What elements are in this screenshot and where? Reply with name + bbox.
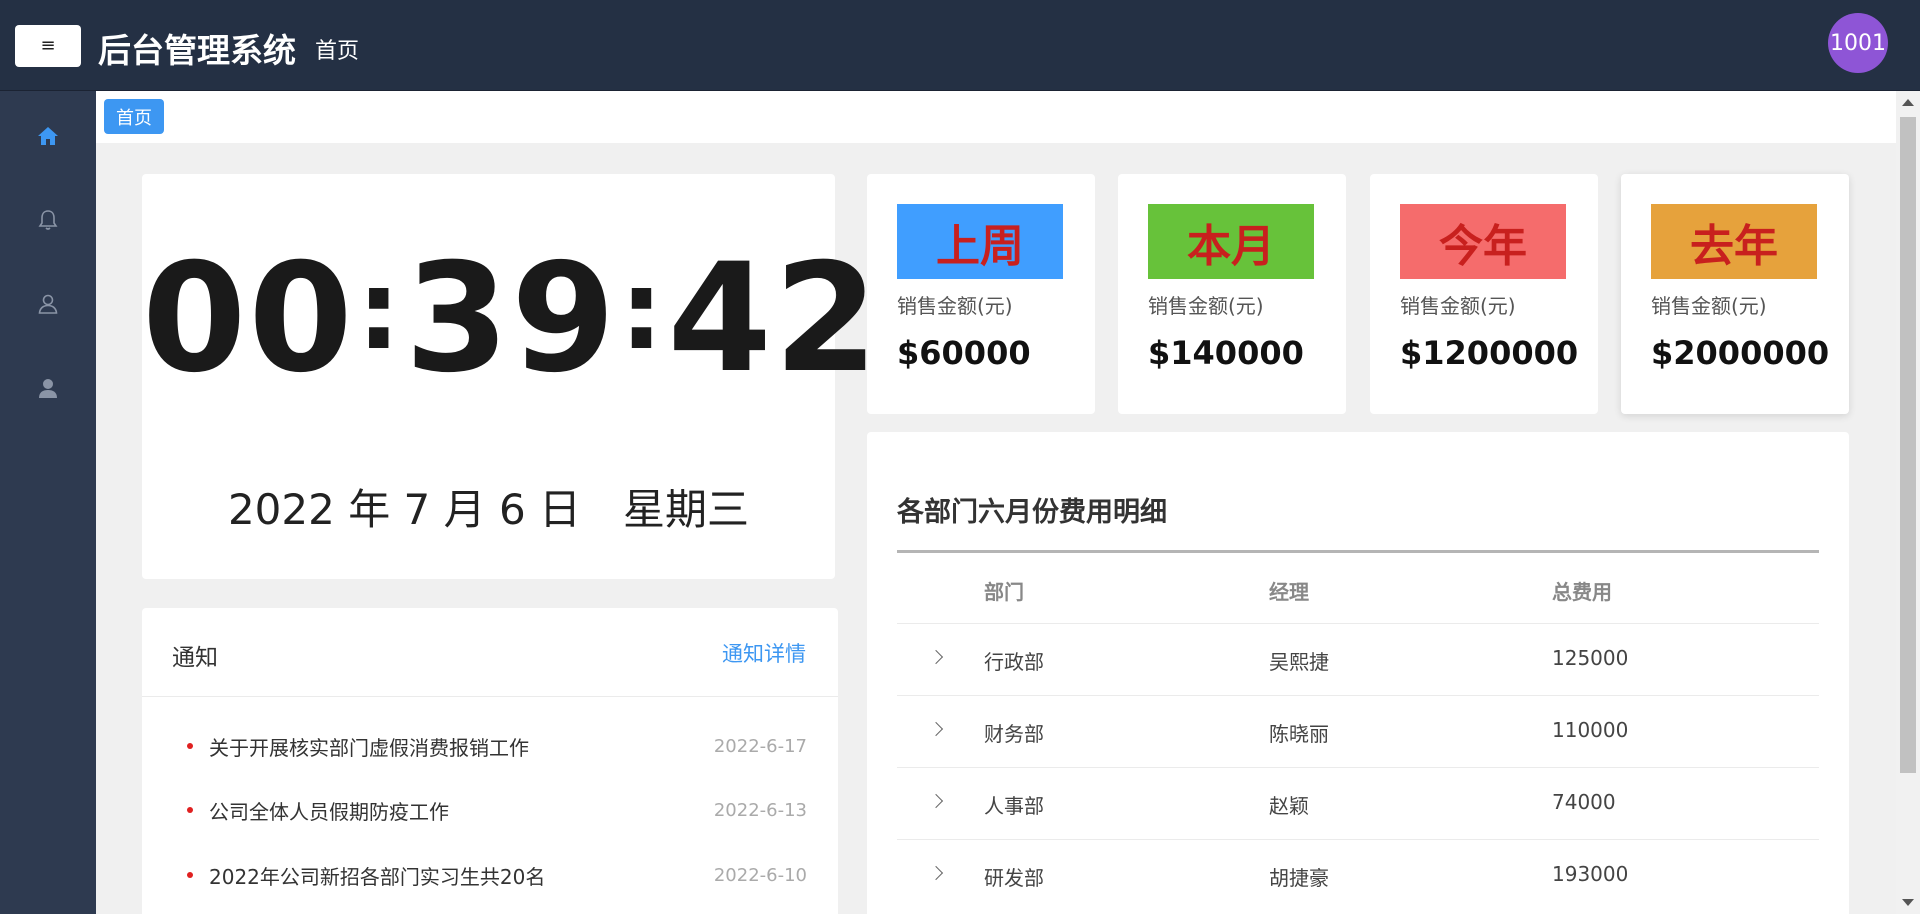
cell-total: 193000 [1552,862,1629,886]
table-title: 各部门六月份费用明细 [897,497,1167,528]
stat-badge: 上周 [897,204,1063,279]
cell-dept: 人事部 [984,794,1044,818]
sidebar-item-user[interactable] [33,289,63,319]
notice-date: 2022-6-13 [713,799,807,821]
sidebar-item-profile[interactable] [33,373,63,403]
stat-label: 销售金额(元) [1148,294,1264,318]
sidebar [0,91,96,914]
expand-chevron-icon[interactable] [928,865,944,881]
table-row: 人事部 赵颖 74000 [897,767,1819,839]
top-header: ≡ 后台管理系统 首页 1001 [0,0,1920,91]
cell-manager: 赵颖 [1269,794,1309,818]
expense-table-card: 各部门六月份费用明细 部门 经理 总费用 行政部 吴熙捷 125000 财务部 … [867,432,1849,914]
app-title: 后台管理系统 [98,31,296,70]
notice-title: 通知 [172,645,218,671]
bell-icon [38,210,58,230]
expand-chevron-icon[interactable] [928,721,944,737]
notice-text: 2022年公司新招各部门实习生共20名 [209,864,546,889]
stat-card-last-week: 上周 销售金额(元) $60000 [867,174,1095,414]
notice-date: 2022-6-10 [713,864,807,886]
tab-bar: 首页 [96,91,1896,143]
tab-home[interactable]: 首页 [104,99,164,134]
notice-item[interactable]: 关于开展核实部门虚假消费报销工作 2022-6-17 [187,731,807,761]
cell-total: 74000 [1552,790,1616,814]
stat-value: $2000000 [1651,334,1830,372]
hamburger-icon: ≡ [40,35,56,56]
clock-time: 00:39:42 [142,244,878,394]
bullet-dot-icon [187,872,193,878]
divider [142,696,838,697]
stat-value: $1200000 [1400,334,1579,372]
stat-label: 销售金额(元) [1400,294,1516,318]
column-header-dept: 部门 [984,580,1024,604]
cell-manager: 陈晓丽 [1269,722,1329,746]
expand-chevron-icon[interactable] [928,793,944,809]
scroll-down-arrow-icon[interactable] [1902,899,1914,906]
column-header-manager: 经理 [1269,580,1309,604]
clock-card: 00:39:42 2022 年 7 月 6 日 星期三 [142,174,878,579]
user-filled-icon [39,379,57,398]
scrollbar[interactable] [1896,91,1920,914]
clock-minutes: 39 [404,232,618,406]
notice-date: 2022-6-17 [713,735,807,757]
notice-card: 通知 通知详情 关于开展核实部门虚假消费报销工作 2022-6-17 公司全体人… [142,608,838,914]
table-row: 财务部 陈晓丽 110000 [897,695,1819,767]
home-icon [38,127,58,145]
scroll-up-arrow-icon[interactable] [1902,99,1914,106]
stat-value: $60000 [897,334,1031,372]
scrollbar-thumb[interactable] [1900,117,1916,773]
notice-details-link[interactable]: 通知详情 [722,638,806,668]
clock-date: 2022 年 7 月 6 日 星期三 [227,485,750,534]
clock-seconds: 42 [667,232,881,406]
stat-card-this-year: 今年 销售金额(元) $1200000 [1370,174,1598,414]
clock-hours: 00 [142,232,355,406]
notice-item[interactable]: 公司全体人员假期防疫工作 2022-6-13 [187,795,807,825]
avatar[interactable]: 1001 [1828,13,1888,73]
cell-total: 110000 [1552,718,1629,742]
cell-manager: 胡捷豪 [1269,866,1329,890]
expand-chevron-icon[interactable] [928,649,944,665]
stat-card-last-year: 去年 销售金额(元) $2000000 [1621,174,1849,414]
sidebar-item-notifications[interactable] [33,205,63,235]
stat-badge: 去年 [1651,204,1817,279]
cell-dept: 研发部 [984,866,1044,890]
bullet-dot-icon [187,743,193,749]
stat-label: 销售金额(元) [897,294,1013,318]
column-header-total: 总费用 [1552,580,1612,604]
notice-text: 公司全体人员假期防疫工作 [209,799,449,824]
table-row: 行政部 吴熙捷 125000 [897,623,1819,695]
notice-item[interactable]: 2022年公司新招各部门实习生共20名 2022-6-10 [187,860,807,890]
divider [897,550,1819,553]
cell-dept: 行政部 [984,650,1044,674]
notice-text: 关于开展核实部门虚假消费报销工作 [209,735,529,760]
clock-separator: : [356,246,403,374]
clock-separator: : [619,246,666,374]
table-row: 研发部 胡捷豪 193000 [897,839,1819,911]
cell-dept: 财务部 [984,722,1044,746]
sidebar-item-home[interactable] [33,121,63,151]
stat-card-this-month: 本月 销售金额(元) $140000 [1118,174,1346,414]
cell-manager: 吴熙捷 [1269,650,1329,674]
stat-badge: 今年 [1400,204,1566,279]
stat-label: 销售金额(元) [1651,294,1767,318]
stat-value: $140000 [1148,334,1304,372]
user-outline-icon [38,294,58,314]
cell-total: 125000 [1552,646,1629,670]
stat-badge: 本月 [1148,204,1314,279]
bullet-dot-icon [187,807,193,813]
breadcrumb[interactable]: 首页 [315,33,359,65]
menu-toggle-button[interactable]: ≡ [15,25,81,67]
